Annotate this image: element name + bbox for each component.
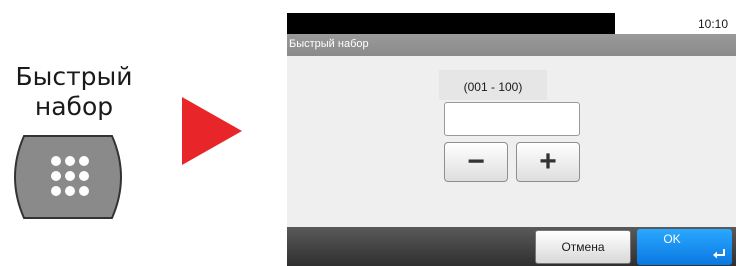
minus-button[interactable]: − bbox=[444, 142, 508, 182]
key-label-line1: Быстрый bbox=[15, 62, 133, 91]
touch-panel: 10:10 Быстрый набор (001 - 100) − + Отме… bbox=[287, 13, 736, 266]
ok-button[interactable]: OK bbox=[637, 229, 732, 265]
status-message-area bbox=[287, 13, 615, 34]
quick-dial-number-input[interactable] bbox=[444, 102, 580, 136]
footer-bar: Отмена OK bbox=[287, 227, 736, 266]
ok-label: OK bbox=[663, 232, 681, 246]
quick-dial-content: (001 - 100) − + bbox=[287, 56, 736, 227]
title-bar: Быстрый набор bbox=[287, 34, 736, 56]
clock: 10:10 bbox=[697, 17, 728, 31]
enter-icon bbox=[713, 249, 725, 259]
quick-dial-hardware-key[interactable] bbox=[4, 134, 132, 220]
quick-dial-key-label: Быстрый набор bbox=[0, 62, 148, 122]
status-bar: 10:10 bbox=[287, 13, 736, 34]
key-label-line2: набор bbox=[34, 92, 114, 121]
range-label: (001 - 100) bbox=[463, 80, 523, 94]
plus-button[interactable]: + bbox=[516, 142, 580, 182]
page-title: Быстрый набор bbox=[289, 38, 369, 50]
cancel-button[interactable]: Отмена bbox=[535, 230, 631, 264]
play-arrow-icon bbox=[182, 97, 242, 165]
range-box: (001 - 100) bbox=[439, 70, 547, 100]
keypad-icon bbox=[51, 156, 89, 196]
